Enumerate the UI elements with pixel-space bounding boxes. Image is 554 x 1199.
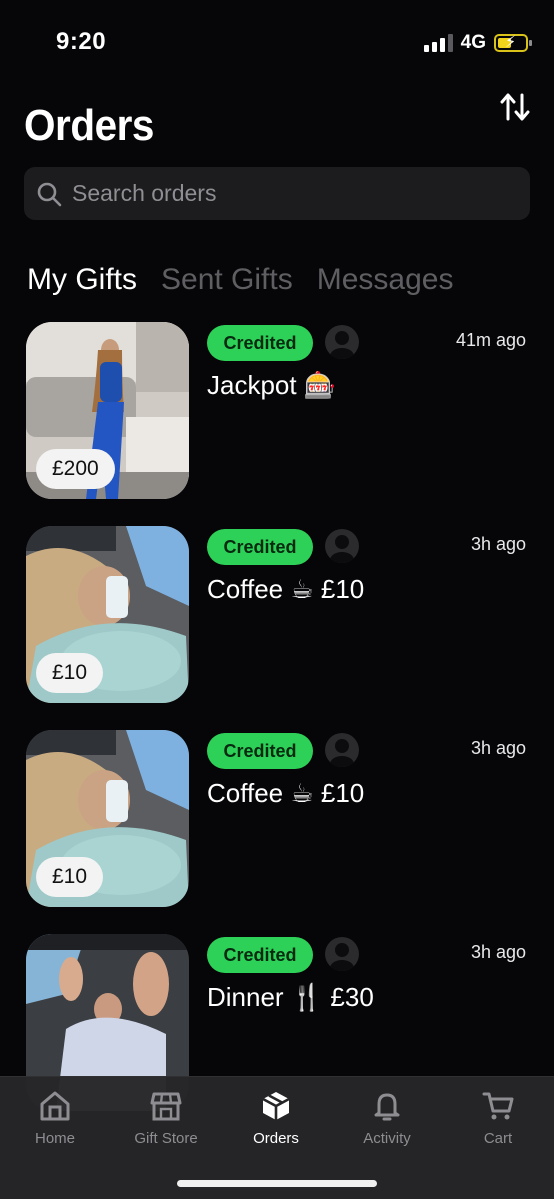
sort-icon bbox=[500, 93, 530, 121]
order-thumbnail: £200 bbox=[26, 322, 189, 499]
nav-label: Home bbox=[34, 1130, 75, 1147]
status-badge: Credited bbox=[207, 529, 313, 565]
order-time: 3h ago bbox=[470, 738, 526, 758]
avatar bbox=[325, 937, 359, 971]
home-indicator bbox=[177, 1180, 377, 1187]
order-thumbnail: £10 bbox=[26, 730, 189, 907]
search-icon bbox=[37, 182, 62, 206]
status-badge: Credited bbox=[207, 325, 313, 361]
order-title: Coffee ☕ £10 bbox=[207, 778, 365, 808]
home-icon bbox=[40, 1091, 70, 1121]
order-time: 41m ago bbox=[455, 330, 526, 350]
order-time: 3h ago bbox=[470, 942, 526, 962]
sort-button[interactable] bbox=[498, 90, 532, 124]
nav-orders[interactable]: Orders bbox=[221, 1077, 331, 1157]
nav-label: Gift Store bbox=[134, 1130, 198, 1147]
status-badge: Credited bbox=[207, 733, 313, 769]
order-title: Coffee ☕ £10 bbox=[207, 574, 365, 604]
network-type: 4G bbox=[460, 32, 486, 53]
bell-icon bbox=[374, 1093, 400, 1121]
nav-label: Activity bbox=[363, 1130, 411, 1147]
avatar bbox=[325, 325, 359, 359]
nav-gift-store[interactable]: Gift Store bbox=[111, 1077, 221, 1157]
box-icon bbox=[262, 1092, 290, 1120]
tab-bar-segments: My Gifts Sent Gifts Messages bbox=[27, 260, 453, 300]
order-thumbnail: £10 bbox=[26, 526, 189, 703]
status-bar: 9:20 4G ⚡ bbox=[0, 0, 554, 90]
avatar bbox=[325, 733, 359, 767]
nav-cart[interactable]: Cart bbox=[443, 1077, 553, 1157]
order-item[interactable]: £10 Credited 3h ago Coffee ☕ £10 bbox=[0, 730, 554, 908]
signal-icon bbox=[423, 34, 453, 52]
status-badge: Credited bbox=[207, 937, 313, 973]
nav-home[interactable]: Home bbox=[0, 1077, 110, 1157]
tab-sent-gifts[interactable]: Sent Gifts bbox=[161, 260, 293, 300]
tab-messages[interactable]: Messages bbox=[317, 260, 454, 300]
price-pill: £200 bbox=[36, 449, 115, 489]
page-title: Orders bbox=[24, 101, 154, 150]
status-time: 9:20 bbox=[56, 28, 107, 55]
price-pill: £10 bbox=[36, 653, 104, 693]
cart-icon bbox=[482, 1092, 514, 1120]
order-title: Dinner 🍴 £30 bbox=[207, 982, 374, 1012]
battery-icon: ⚡ bbox=[494, 34, 532, 52]
tab-my-gifts[interactable]: My Gifts bbox=[27, 260, 137, 300]
order-item[interactable]: £200 Credited 41m ago Jackpot 🎰 bbox=[0, 322, 554, 500]
store-icon bbox=[150, 1092, 182, 1121]
order-item[interactable]: £10 Credited 3h ago Coffee ☕ £10 bbox=[0, 526, 554, 704]
price-pill: £10 bbox=[36, 857, 104, 897]
nav-label: Orders bbox=[253, 1130, 299, 1147]
nav-activity[interactable]: Activity bbox=[332, 1077, 442, 1157]
search-bar[interactable] bbox=[24, 167, 530, 220]
nav-label: Cart bbox=[483, 1130, 513, 1147]
status-indicators: 4G ⚡ bbox=[423, 32, 532, 54]
search-input[interactable] bbox=[72, 180, 492, 207]
order-title: Jackpot 🎰 bbox=[207, 370, 337, 400]
order-time: 3h ago bbox=[470, 534, 526, 554]
avatar bbox=[325, 529, 359, 563]
